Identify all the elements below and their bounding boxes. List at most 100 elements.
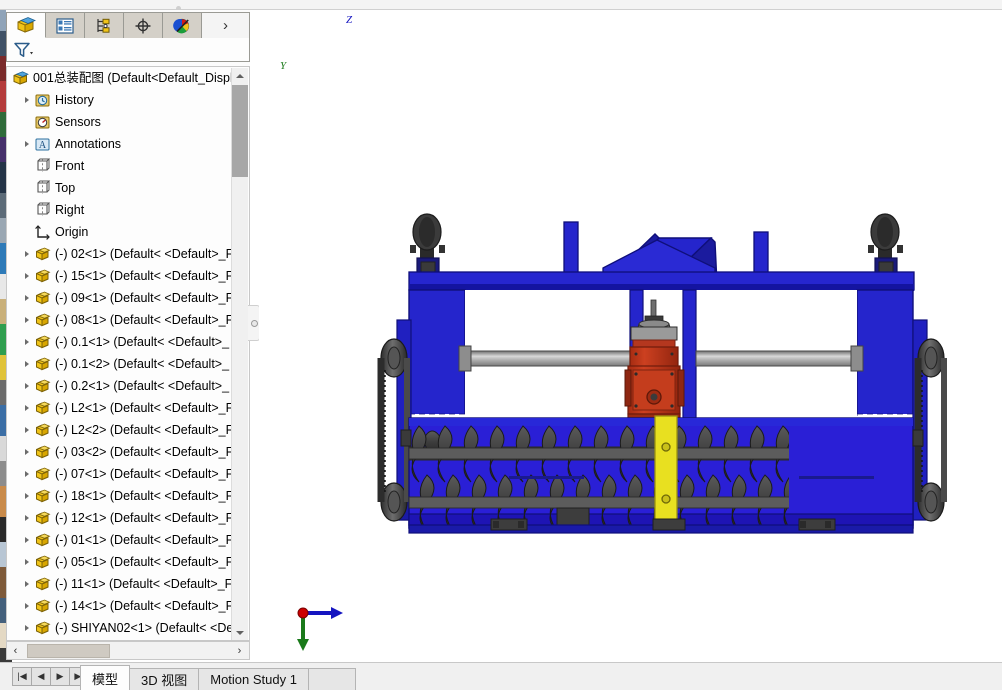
- model-geometry: [377, 213, 947, 534]
- tree-item-label: (-) 15<1> (Default< <Default>_F: [55, 269, 233, 283]
- tree-item[interactable]: Right: [7, 199, 233, 221]
- tree-item[interactable]: (-) 08<1> (Default< <Default>_F: [7, 309, 233, 331]
- next-config-button[interactable]: ▶: [50, 667, 70, 686]
- tree-twisty-icon[interactable]: [21, 529, 33, 551]
- tree-twisty-icon[interactable]: [21, 419, 33, 441]
- part-icon: [35, 621, 51, 635]
- tree-item[interactable]: (-) 12<1> (Default< <Default>_F: [7, 507, 233, 529]
- part-icon: [35, 489, 51, 503]
- tree-twisty-icon[interactable]: [21, 309, 33, 331]
- tree-item[interactable]: (-) 03<2> (Default< <Default>_F: [7, 441, 233, 463]
- configuration-icon: [97, 18, 110, 33]
- left-caster-assembly: [410, 213, 445, 281]
- tree-item-icon-wrap: [33, 311, 51, 329]
- tree-item[interactable]: (-) 09<1> (Default< <Default>_F: [7, 287, 233, 309]
- bottom-tab[interactable]: 模型: [80, 665, 131, 690]
- tree-item[interactable]: (-) L2<2> (Default< <Default>_F: [7, 419, 233, 441]
- tree-item-icon-wrap: [33, 355, 51, 373]
- tree-item-icon-wrap: [33, 443, 51, 461]
- tree-rows-clip: 001总装配图 (Default<Default_Displ History Se…: [7, 67, 233, 640]
- tree-twisty-icon[interactable]: [21, 507, 33, 529]
- tab-property-manager[interactable]: [46, 13, 85, 38]
- tree-twisty-icon[interactable]: [21, 287, 33, 309]
- tab-feature-manager-design-tree[interactable]: [7, 13, 46, 38]
- tree-scroll-down-button[interactable]: [232, 625, 248, 640]
- tree-item[interactable]: (-) 11<1> (Default< <Default>_F: [7, 573, 233, 595]
- tree-twisty-icon[interactable]: [21, 265, 33, 287]
- tree-item[interactable]: (-) 07<1> (Default< <Default>_F: [7, 463, 233, 485]
- tab-configuration-manager[interactable]: [85, 13, 124, 38]
- tree-root-item[interactable]: 001总装配图 (Default<Default_Displ: [7, 67, 233, 89]
- yellow-cube-icon: [17, 17, 37, 33]
- bottom-tab[interactable]: Motion Study 1: [198, 668, 309, 690]
- tree-vertical-scrollbar[interactable]: [231, 68, 248, 640]
- tree-item-icon-wrap: [33, 575, 51, 593]
- tree-twisty-icon[interactable]: [21, 331, 33, 353]
- filter-funnel-icon[interactable]: [13, 41, 35, 59]
- splitter-grip-dot: [251, 320, 258, 327]
- tree-twisty-icon[interactable]: [21, 463, 33, 485]
- feature-manager-tree[interactable]: 001总装配图 (Default<Default_Displ History Se…: [6, 66, 250, 641]
- tree-item[interactable]: Front: [7, 155, 233, 177]
- tree-item-icon-wrap: [33, 157, 51, 175]
- tree-item-icon-wrap: [33, 245, 51, 263]
- tree-item[interactable]: (-) 02<1> (Default< <Default>_F: [7, 243, 233, 265]
- tree-item[interactable]: (-) 14<1> (Default< <Default>_F: [7, 595, 233, 617]
- tab-display-manager[interactable]: [163, 13, 202, 38]
- part-icon: [35, 313, 51, 327]
- tree-item[interactable]: (-) 15<1> (Default< <Default>_F: [7, 265, 233, 287]
- tree-item-icon-wrap: [33, 223, 51, 241]
- tree-twisty-icon[interactable]: [21, 353, 33, 375]
- tree-item[interactable]: (-) 05<1> (Default< <Default>_F: [7, 551, 233, 573]
- tree-twisty-icon[interactable]: [21, 89, 33, 111]
- tree-scroll-up-button[interactable]: [232, 68, 248, 84]
- tree-twisty-icon[interactable]: [21, 441, 33, 463]
- tree-twisty-icon[interactable]: [21, 595, 33, 617]
- part-icon: [35, 379, 51, 393]
- tree-item[interactable]: A Annotations: [7, 133, 233, 155]
- tree-item[interactable]: (-) SHIYAN02<1> (Default< <De: [7, 617, 233, 639]
- tree-scroll-thumb[interactable]: [232, 85, 248, 177]
- tree-item[interactable]: (-) L2<1> (Default< <Default>_F: [7, 397, 233, 419]
- prev-config-button[interactable]: ◀: [31, 667, 51, 686]
- feature-manager-filter-row[interactable]: [6, 38, 250, 62]
- bottom-tab[interactable]: 3D 视图: [129, 668, 200, 690]
- tree-twisty-icon[interactable]: [21, 243, 33, 265]
- tree-item-icon-wrap: [33, 267, 51, 285]
- tree-item[interactable]: Sensors: [7, 111, 233, 133]
- tree-hscroll-thumb[interactable]: [27, 644, 110, 658]
- history-icon: [35, 94, 49, 107]
- tree-twisty-icon[interactable]: [21, 639, 33, 640]
- tree-scroll-right-button[interactable]: ›: [231, 642, 248, 659]
- tree-item[interactable]: Origin: [7, 221, 233, 243]
- more-tabs-button[interactable]: ›: [202, 13, 249, 38]
- tree-item[interactable]: History: [7, 89, 233, 111]
- tree-scroll-left-button[interactable]: ‹: [7, 642, 24, 659]
- tree-item[interactable]: (-) 0.1<1> (Default< <Default>_: [7, 331, 233, 353]
- tree-item[interactable]: (-) 0.1<2> (Default< <Default>_: [7, 353, 233, 375]
- tree-twisty-icon[interactable]: [21, 485, 33, 507]
- tree-twisty-icon[interactable]: [21, 375, 33, 397]
- tree-twisty-icon[interactable]: [21, 551, 33, 573]
- tree-item-icon-wrap: [33, 289, 51, 307]
- tree-twisty-icon[interactable]: [21, 617, 33, 639]
- tree-horizontal-scrollbar[interactable]: ‹ ›: [6, 641, 250, 660]
- part-icon: [35, 423, 51, 437]
- tree-item-icon-wrap: [33, 509, 51, 527]
- tree-twisty-icon[interactable]: [21, 133, 33, 155]
- tree-item[interactable]: (-) 18<1> (Default< <Default>_F: [7, 485, 233, 507]
- tree-twisty-icon[interactable]: [21, 397, 33, 419]
- tree-item[interactable]: Top: [7, 177, 233, 199]
- tree-item[interactable]: (固定) 算表 1 (默认 默认 显: [7, 639, 233, 640]
- tree-item[interactable]: (-) 0.2<1> (Default< <Default>_: [7, 375, 233, 397]
- tree-twisty-icon[interactable]: [21, 573, 33, 595]
- tree-item[interactable]: (-) 01<1> (Default< <Default>_F: [7, 529, 233, 551]
- tree-item-icon-wrap: [33, 487, 51, 505]
- first-config-button[interactable]: |◀: [12, 667, 32, 686]
- tree-item-icon-wrap: [33, 619, 51, 637]
- tab-dimxpert-manager[interactable]: [124, 13, 163, 38]
- assembly-model-3d[interactable]: [259, 10, 1002, 662]
- cross-shaft-right: [695, 350, 858, 367]
- tree-item-label: (-) 03<2> (Default< <Default>_F: [55, 445, 233, 459]
- graphics-viewport[interactable]: Z Y: [259, 10, 1002, 662]
